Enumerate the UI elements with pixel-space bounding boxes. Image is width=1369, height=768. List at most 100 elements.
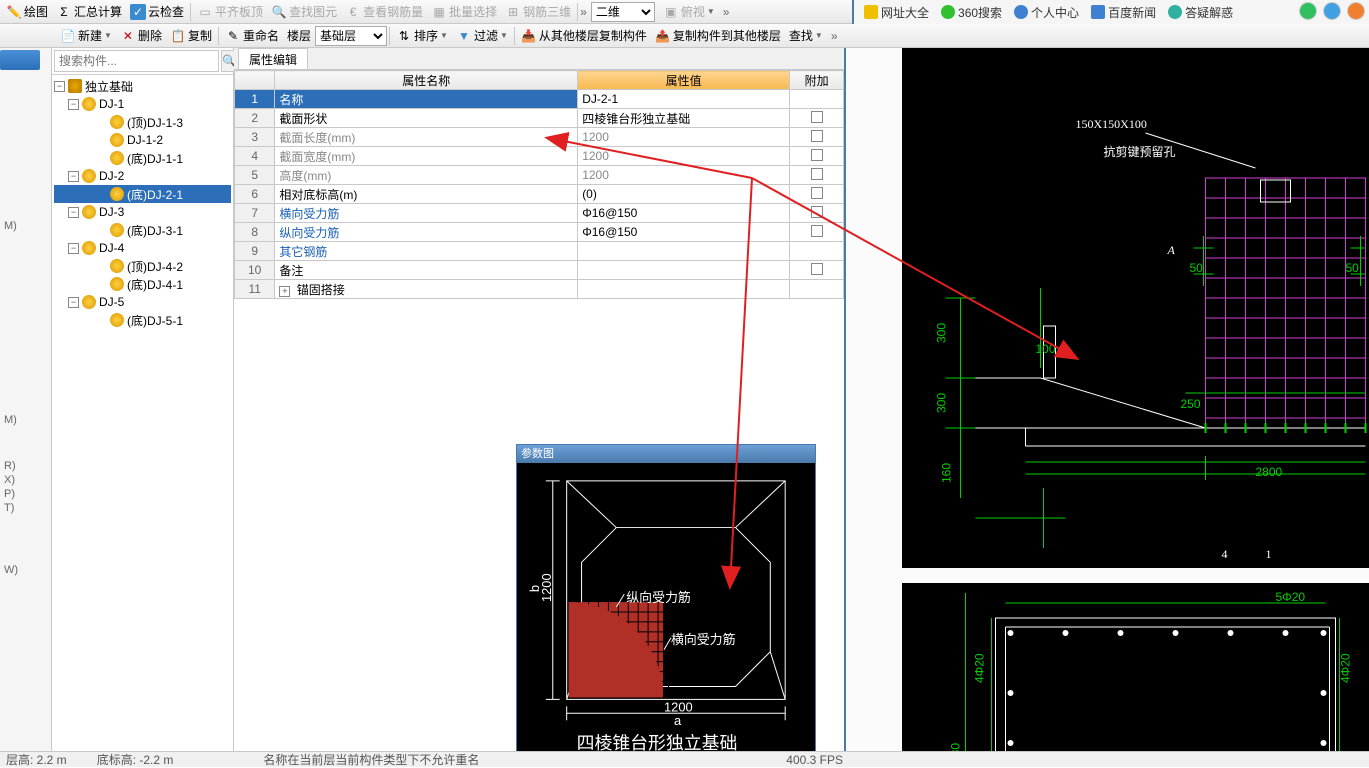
tree-node[interactable]: (底)DJ-2-1 [54, 185, 231, 203]
property-row[interactable]: 10备注 [235, 261, 844, 280]
node-label: (底)DJ-3-1 [127, 222, 183, 239]
property-row[interactable]: 3截面长度(mm)1200 [235, 128, 844, 147]
tree-expander[interactable]: − [68, 99, 79, 110]
extra-checkbox[interactable] [811, 111, 823, 123]
tree-expander[interactable]: − [68, 207, 79, 218]
new-button[interactable]: 📄新建▼ [56, 25, 116, 47]
sum-button[interactable]: Σ汇总计算 [52, 1, 126, 23]
property-panel: 属性编辑 属性名称 属性值 附加 1名称DJ-2-12截面形状四棱锥台形独立基础… [234, 48, 846, 767]
batch-select-button[interactable]: ▦批量选择 [427, 1, 501, 23]
node-icon [68, 79, 82, 93]
left-blue-button[interactable] [0, 50, 40, 70]
property-row[interactable]: 11+ 锚固搭接 [235, 280, 844, 299]
gutter-label: W) [4, 564, 18, 576]
draw-button[interactable]: ✏️绘图 [2, 1, 52, 23]
gutter-label: M) [4, 220, 17, 232]
browser-tab[interactable]: 网址大全 [858, 1, 935, 23]
tree-node[interactable]: −DJ-1 [54, 95, 231, 113]
node-label: DJ-3 [99, 205, 124, 219]
node-icon [110, 151, 124, 165]
node-icon [82, 205, 96, 219]
tree-expander[interactable]: − [54, 81, 65, 92]
find-button[interactable]: 查找▼ [785, 25, 827, 47]
copy-button[interactable]: 📋复制 [166, 25, 216, 47]
property-row[interactable]: 9其它钢筋 [235, 242, 844, 261]
property-row[interactable]: 4截面宽度(mm)1200 [235, 147, 844, 166]
node-icon [110, 313, 124, 327]
col-name: 属性名称 [275, 71, 578, 90]
rebar-3d-button[interactable]: ⊞钢筋三维 [501, 1, 575, 23]
extra-checkbox[interactable] [811, 187, 823, 199]
copy-to-button[interactable]: 📤复制构件到其他楼层 [651, 25, 785, 47]
rebar-qty-button[interactable]: €查看钢筋量 [341, 1, 427, 23]
tree-node[interactable]: −DJ-2 [54, 167, 231, 185]
extra-checkbox[interactable] [811, 225, 823, 237]
tree-expander[interactable]: − [68, 243, 79, 254]
svg-text:150X150X100: 150X150X100 [1076, 117, 1147, 131]
property-row[interactable]: 8纵向受力筋Φ16@150 [235, 223, 844, 242]
cad-panel: 150X150X100 抗剪键预留孔 [846, 48, 1369, 767]
browser-tab[interactable]: 答疑解惑 [1162, 1, 1239, 23]
browser-tab[interactable]: 个人中心 [1008, 1, 1085, 23]
extra-checkbox[interactable] [811, 149, 823, 161]
browser-tab[interactable]: 360搜索 [935, 1, 1008, 23]
filter-button[interactable]: ▼过滤▼ [452, 25, 512, 47]
tree-node[interactable]: (底)DJ-1-1 [54, 149, 231, 167]
gutter-label: T) [4, 502, 14, 514]
floor-label: 楼层 [283, 25, 315, 47]
prop-tabs: 属性编辑 [234, 48, 844, 70]
flat-top-button[interactable]: ▭平齐板顶 [193, 1, 267, 23]
copy-from-button[interactable]: 📥从其他楼层复制构件 [517, 25, 651, 47]
col-extra: 附加 [790, 71, 844, 90]
component-tree[interactable]: −独立基础−DJ-1(顶)DJ-1-3DJ-1-2(底)DJ-1-1−DJ-2(… [52, 75, 233, 767]
view-elem-button[interactable]: 🔍查找图元 [267, 1, 341, 23]
tree-node[interactable]: DJ-1-2 [54, 131, 231, 149]
property-row[interactable]: 5高度(mm)1200 [235, 166, 844, 185]
delete-button[interactable]: ✕删除 [116, 25, 166, 47]
tree-expander[interactable]: − [68, 297, 79, 308]
extra-checkbox[interactable] [811, 130, 823, 142]
rename-button[interactable]: ✎重命名 [221, 25, 283, 47]
search-input[interactable] [54, 50, 219, 72]
node-label: (底)DJ-4-1 [127, 276, 183, 293]
tree-node[interactable]: −DJ-4 [54, 239, 231, 257]
property-table: 属性名称 属性值 附加 1名称DJ-2-12截面形状四棱锥台形独立基础3截面长度… [234, 70, 844, 299]
extra-checkbox[interactable] [811, 206, 823, 218]
floor-select[interactable]: 基础层 [315, 26, 387, 46]
property-row[interactable]: 2截面形状四棱锥台形独立基础 [235, 109, 844, 128]
node-icon [110, 187, 124, 201]
row-expander[interactable]: + [279, 286, 290, 297]
quick-icon[interactable] [1323, 2, 1341, 20]
node-label: (顶)DJ-1-3 [127, 114, 183, 131]
browser-tab[interactable]: 百度新闻 [1085, 1, 1162, 23]
cad-viewport-2[interactable]: 5Φ20 4Φ20 4Φ20 980 [902, 583, 1369, 767]
sort-button[interactable]: ⇅排序▼ [392, 25, 452, 47]
property-row[interactable]: 7横向受力筋Φ16@150 [235, 204, 844, 223]
tree-node[interactable]: (底)DJ-3-1 [54, 221, 231, 239]
svg-text:横向受力筋: 横向受力筋 [671, 632, 736, 647]
tree-node[interactable]: (底)DJ-4-1 [54, 275, 231, 293]
property-row[interactable]: 6相对底标高(m)(0) [235, 185, 844, 204]
extra-checkbox[interactable] [811, 168, 823, 180]
tree-node[interactable]: (顶)DJ-1-3 [54, 113, 231, 131]
view-mode-select[interactable]: 二维 [591, 2, 655, 22]
gutter-label: M) [4, 414, 17, 426]
node-icon [82, 169, 96, 183]
tree-node[interactable]: (底)DJ-5-1 [54, 311, 231, 329]
tree-node[interactable]: −DJ-5 [54, 293, 231, 311]
property-row[interactable]: 1名称DJ-2-1 [235, 90, 844, 109]
top-view-button[interactable]: ▣俯视▼ [659, 1, 719, 23]
tree-expander[interactable]: − [68, 171, 79, 182]
cloud-check-button[interactable]: ✓云检查 [126, 1, 188, 23]
quick-icon[interactable] [1347, 2, 1365, 20]
tree-node[interactable]: (顶)DJ-4-2 [54, 257, 231, 275]
node-icon [82, 97, 96, 111]
cad-viewport-1[interactable]: 150X150X100 抗剪键预留孔 [902, 48, 1369, 568]
prop-tab-edit[interactable]: 属性编辑 [238, 48, 308, 69]
quick-icon[interactable] [1299, 2, 1317, 20]
svg-text:100: 100 [1036, 342, 1056, 356]
tree-node[interactable]: −独立基础 [54, 77, 231, 95]
gutter-label: X) [4, 474, 15, 486]
tree-node[interactable]: − DJ-3 [54, 203, 231, 221]
extra-checkbox[interactable] [811, 263, 823, 275]
